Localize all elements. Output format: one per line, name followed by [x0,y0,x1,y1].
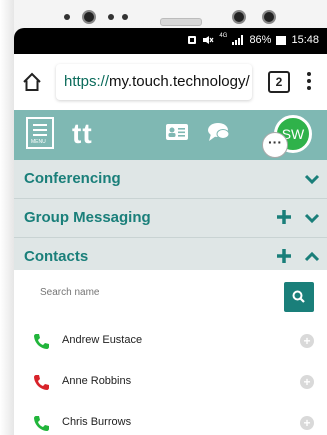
battery-icon [276,35,287,45]
menu-label: MENU [31,139,46,145]
contact-name: Chris Burrows [62,416,132,428]
list-item[interactable]: Anne Robbins + [14,363,327,403]
plus-icon[interactable] [276,209,292,225]
signal-icon [232,35,244,45]
section-group-messaging[interactable]: Group Messaging [14,199,327,238]
phone-icon[interactable] [32,373,50,391]
plus-icon[interactable] [276,248,292,264]
status-bar: 4G 86% 15:48 [14,28,327,54]
address-bar[interactable]: https://my.touch.technology/ [56,64,252,100]
contact-card-icon[interactable] [166,124,188,140]
browser-toolbar: https://my.touch.technology/ 2 [14,54,327,110]
app-logo: tt [72,118,93,149]
phone-hardware-row [0,10,327,30]
front-camera-icon [82,10,96,24]
chat-icon[interactable] [208,122,230,142]
contact-search [14,270,327,322]
add-contact-icon[interactable]: + [300,375,314,389]
contact-name: Anne Robbins [62,375,132,387]
sensor-dot [64,14,70,20]
section-title: Conferencing [24,170,121,187]
tab-switcher-button[interactable]: 2 [268,71,290,93]
more-options-badge[interactable]: ··· [262,132,288,158]
add-contact-icon[interactable]: + [300,334,314,348]
phone-icon[interactable] [32,332,50,350]
phone-edge [0,0,14,435]
battery-percent: 86% [249,34,272,46]
alarm-icon [188,36,197,44]
contact-name: Andrew Eustace [62,334,143,346]
url-host: my.touch.technology/ [109,73,250,90]
network-type: 4G [219,33,228,39]
section-title: Contacts [24,248,89,265]
home-icon[interactable] [22,72,42,92]
phone-icon[interactable] [32,414,50,432]
add-contact-icon[interactable]: + [300,416,314,430]
menu-button[interactable]: MENU [26,117,54,149]
list-item[interactable]: Andrew Eustace + [14,322,327,362]
sensor-dot [108,14,114,20]
phone-frame: 4G 86% 15:48 https://my.touch.technology… [0,0,327,435]
search-button[interactable] [284,282,314,312]
earpiece-speaker [160,18,202,26]
search-icon [292,290,305,303]
url-scheme: https:// [64,73,110,90]
iris-camera-icon [232,10,246,24]
section-title: Group Messaging [24,209,151,226]
browser-menu-icon[interactable] [306,70,312,92]
phone-screen: 4G 86% 15:48 https://my.touch.technology… [14,28,327,435]
chevron-down-icon[interactable] [304,211,320,225]
chevron-up-icon[interactable] [304,250,320,264]
mute-icon [203,36,214,44]
clock-time: 15:48 [291,34,319,46]
list-item[interactable]: Chris Burrows + [14,404,327,435]
search-input[interactable] [38,286,282,299]
app-header: MENU tt SW ··· [14,110,327,160]
section-conferencing[interactable]: Conferencing [14,160,327,199]
sensor-dot [122,14,128,20]
iris-scanner-icon [262,10,276,24]
chevron-down-icon[interactable] [304,172,320,186]
